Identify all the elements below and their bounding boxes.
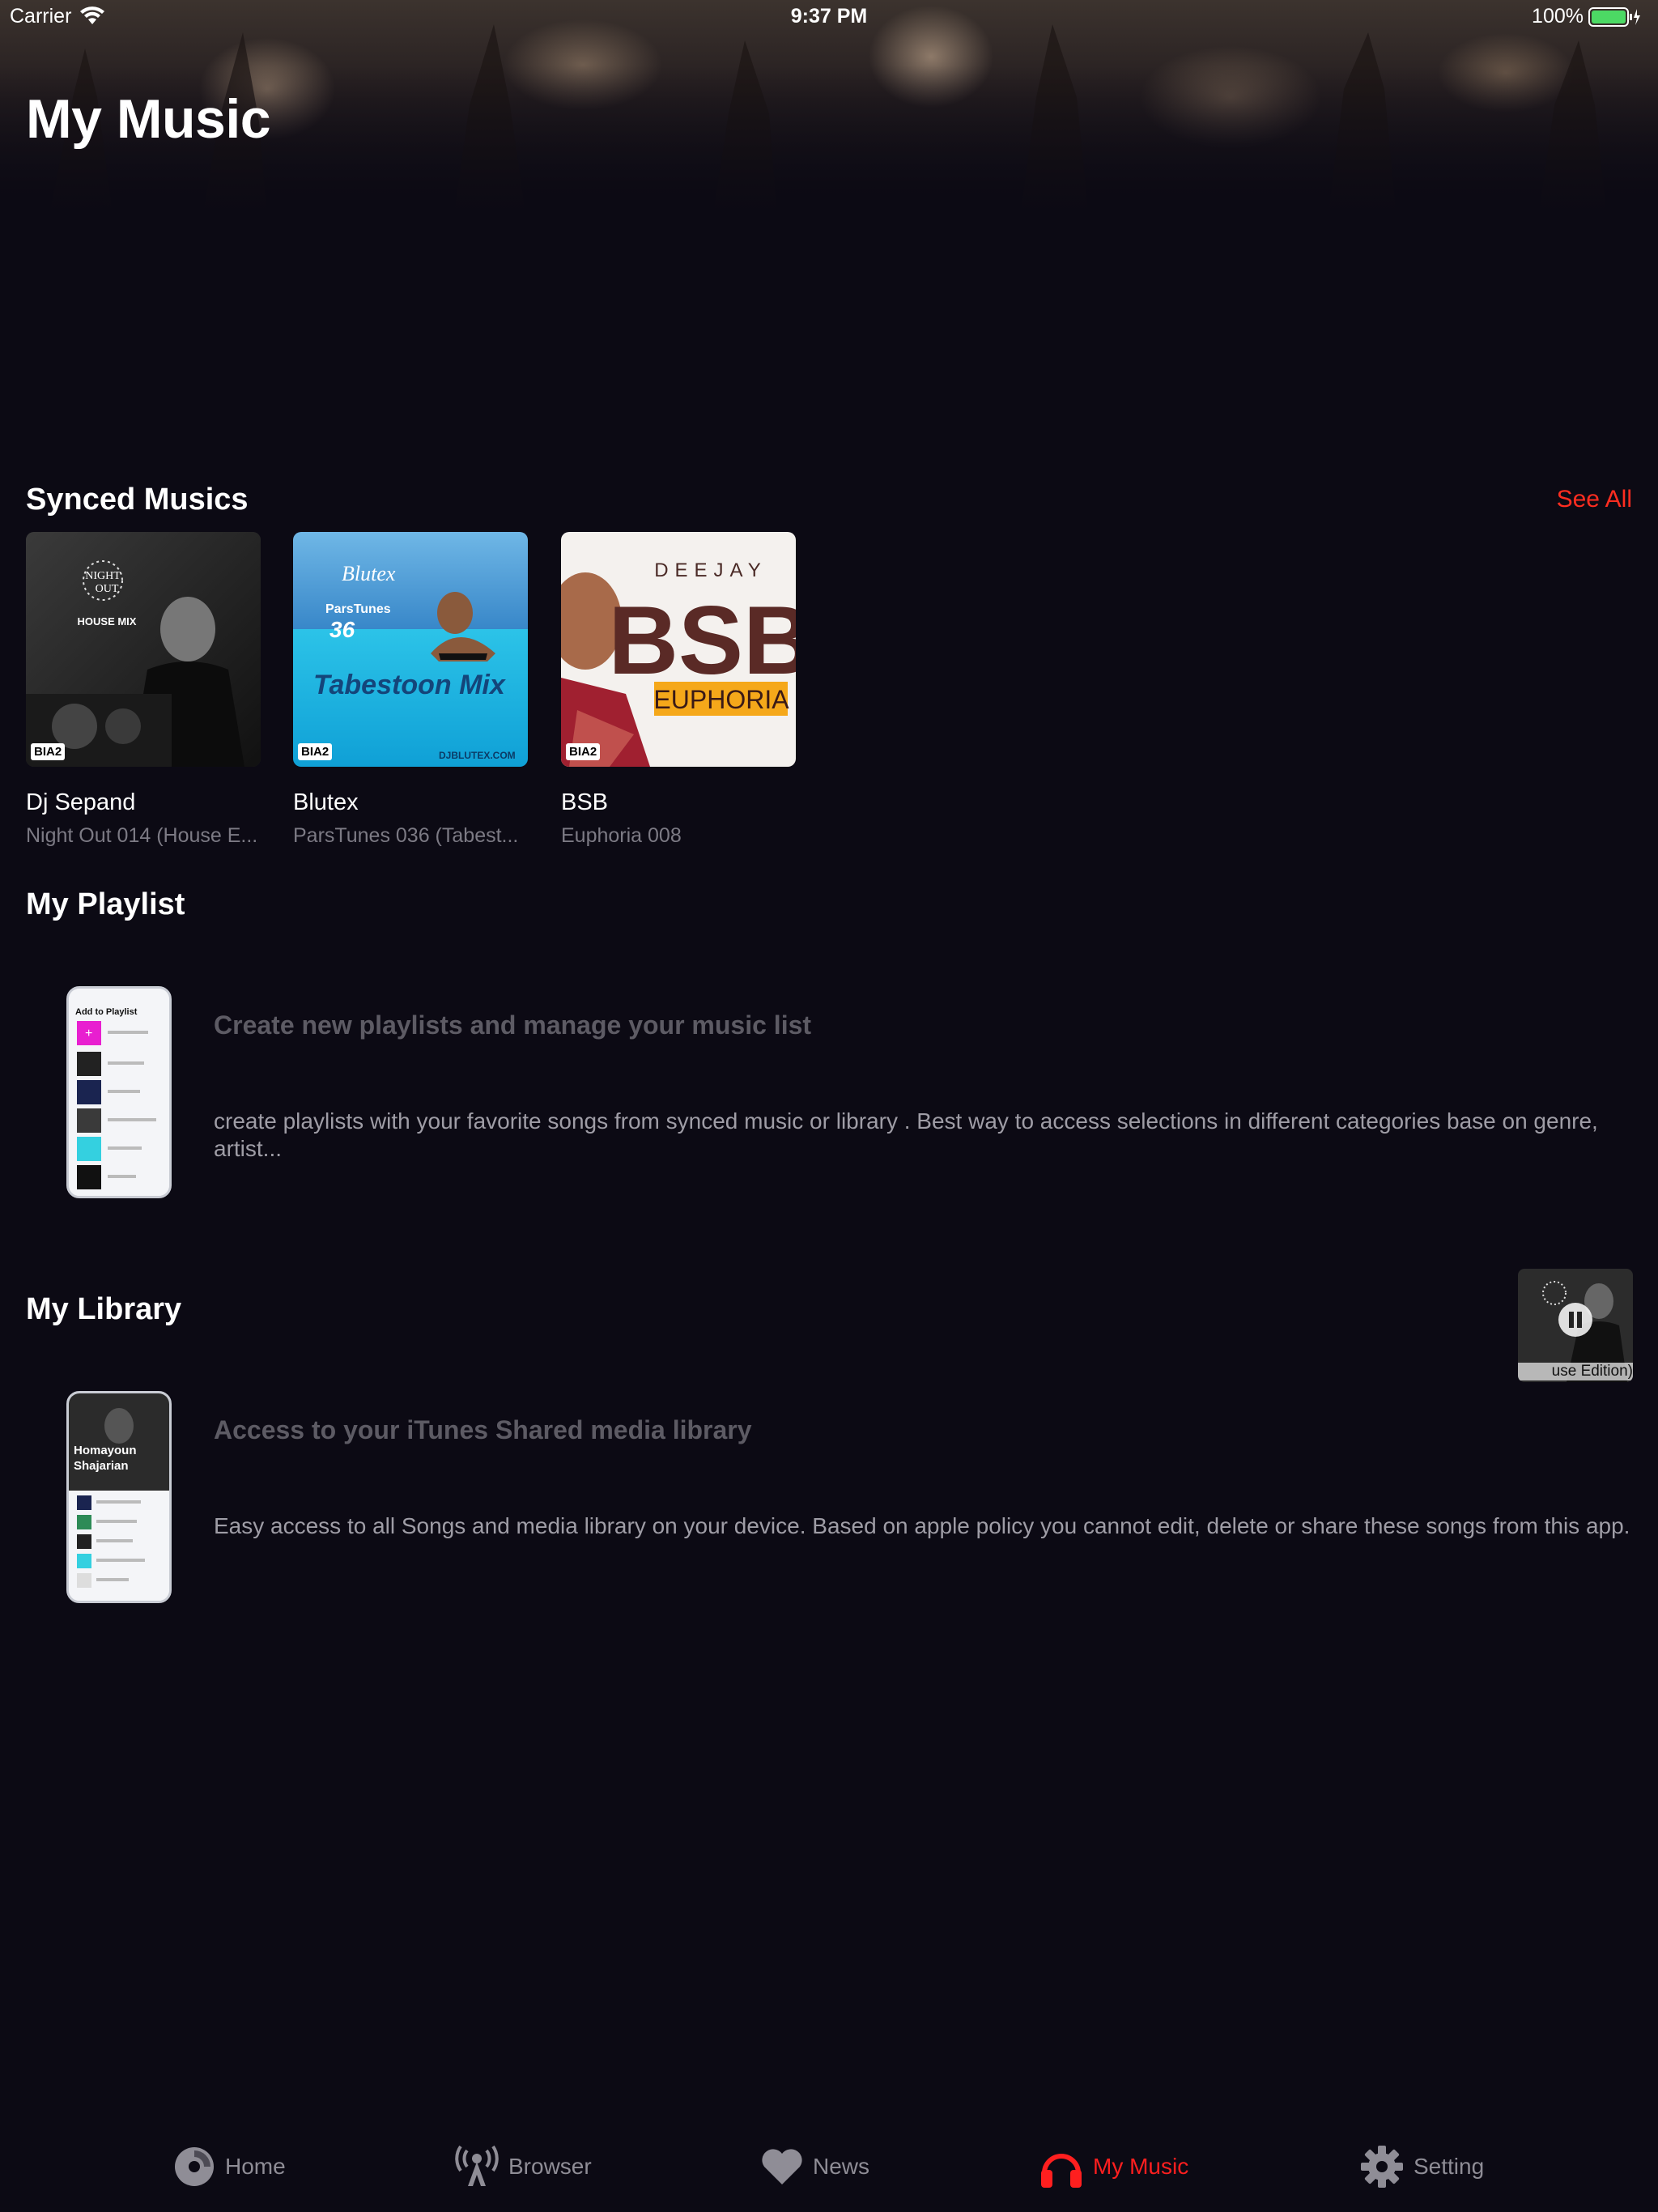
svg-text:Homayoun: Homayoun [74, 1444, 137, 1457]
playlist-description: create playlists with your favorite song… [214, 1108, 1598, 1161]
library-feature-card[interactable]: Homayoun Shajarian Access to your iTunes… [66, 1391, 1630, 1606]
playlist-phone-preview: Add to Playlist + [66, 986, 172, 1198]
battery-percent: 100% [1532, 5, 1584, 28]
album-cover[interactable]: NIGHT OUT HOUSE MIX BIA2 [26, 532, 261, 767]
playlist-feature-card[interactable]: Add to Playlist + Create new playlists a… [66, 986, 1605, 1201]
now-playing-title: use Edition) [1518, 1363, 1633, 1380]
tab-home[interactable]: Home [173, 2121, 286, 2212]
svg-text:36: 36 [329, 617, 355, 642]
tab-my-music[interactable]: My Music [1039, 2121, 1188, 2212]
my-library-title: My Library [26, 1292, 182, 1326]
tab-label: Browser [508, 2154, 592, 2179]
svg-text:Tabestoon Mix: Tabestoon Mix [313, 670, 507, 700]
album-artist: Blutex [293, 789, 359, 815]
status-bar: Carrier 9:37 PM 100% [0, 0, 1658, 34]
album-subtitle: ParsTunes 036 (Tabest... [293, 824, 519, 847]
svg-text:OUT: OUT [96, 583, 119, 595]
svg-text:HOUSE MIX: HOUSE MIX [78, 615, 137, 627]
album-card-bsb[interactable]: DEEJAY BSB EUPHORIA BIA2 BSB Euphoria 00… [561, 532, 796, 848]
album-subtitle: Night Out 014 (House E... [26, 824, 258, 847]
svg-text:+: + [85, 1027, 92, 1040]
album-subtitle: Euphoria 008 [561, 824, 682, 847]
album-artist: Dj Sepand [26, 789, 136, 815]
battery-icon [1588, 7, 1640, 27]
tab-news[interactable]: News [761, 2121, 869, 2212]
playlist-heading: Create new playlists and manage your mus… [214, 1010, 812, 1040]
tab-label: Home [225, 2154, 286, 2179]
album-card-blutex[interactable]: Blutex ParsTunes 36 Tabestoon Mix DJBLUT… [293, 532, 528, 848]
svg-text:Shajarian: Shajarian [74, 1459, 129, 1473]
library-description: Easy access to all Songs and media libra… [214, 1513, 1630, 1538]
bia2-badge: BIA2 [566, 743, 601, 760]
see-all-button[interactable]: See All [1557, 486, 1632, 513]
antenna-icon [455, 2146, 499, 2186]
album-cover[interactable]: DEEJAY BSB EUPHORIA BIA2 [561, 532, 796, 767]
tab-browser[interactable]: Browser [455, 2121, 592, 2212]
svg-text:DEEJAY: DEEJAY [654, 559, 767, 581]
mini-player[interactable]: use Edition) [1518, 1269, 1633, 1382]
library-phone-preview: Homayoun Shajarian [66, 1391, 172, 1603]
heart-icon [762, 2149, 802, 2184]
disc-icon [175, 2147, 214, 2186]
svg-text:NIGHT: NIGHT [85, 570, 121, 582]
svg-text:ParsTunes: ParsTunes [325, 602, 391, 616]
album-artist: BSB [561, 789, 609, 815]
tab-setting[interactable]: Setting [1360, 2121, 1484, 2212]
tab-label: My Music [1093, 2154, 1189, 2179]
bia2-badge: BIA2 [298, 743, 333, 760]
clock: 9:37 PM [790, 5, 868, 28]
gear-icon [1361, 2146, 1403, 2188]
page-title: My Music [26, 88, 271, 150]
svg-text:Blutex: Blutex [342, 562, 396, 585]
svg-text:BSB: BSB [608, 586, 796, 695]
tab-label: Setting [1414, 2154, 1485, 2179]
library-heading: Access to your iTunes Shared media libra… [214, 1415, 752, 1444]
bia2-badge: BIA2 [31, 743, 66, 760]
svg-text:EUPHORIA: EUPHORIA [653, 685, 789, 714]
my-playlist-title: My Playlist [26, 887, 185, 921]
album-card-dj-sepand[interactable]: NIGHT OUT HOUSE MIX BIA2 Dj Sepand Night… [26, 532, 261, 848]
tab-label: News [813, 2154, 870, 2179]
pause-button[interactable] [1558, 1303, 1592, 1337]
svg-text:DJBLUTEX.COM: DJBLUTEX.COM [439, 750, 516, 761]
album-cover[interactable]: Blutex ParsTunes 36 Tabestoon Mix DJBLUT… [293, 532, 528, 767]
headphones-icon [1041, 2154, 1082, 2188]
synced-musics-title: Synced Musics [26, 483, 249, 517]
tab-bar: Home Browser News My Music Setting [0, 2121, 1658, 2212]
svg-text:Add to Playlist: Add to Playlist [75, 1007, 138, 1017]
